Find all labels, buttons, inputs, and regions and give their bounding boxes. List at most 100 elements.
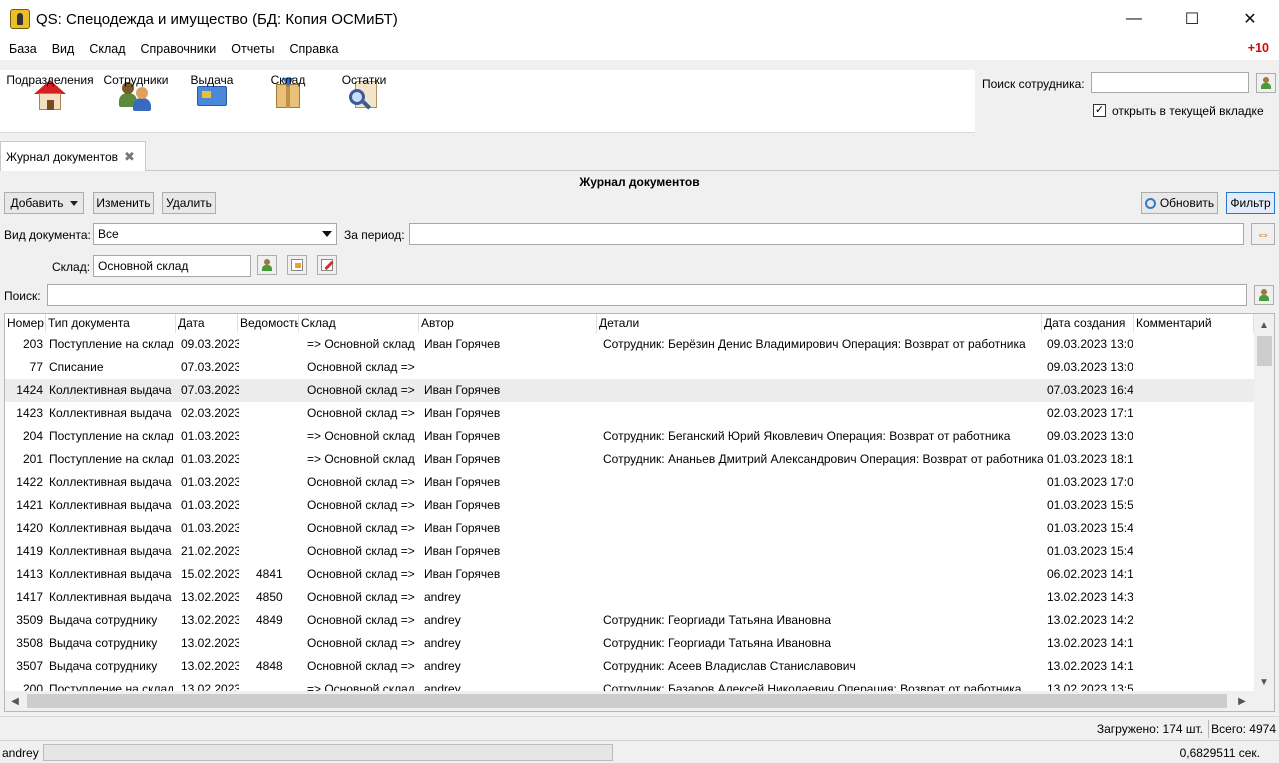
close-tab-icon[interactable]: ✖ bbox=[124, 149, 135, 165]
search-person-button[interactable] bbox=[1254, 285, 1274, 305]
table-row[interactable]: 3508 Выдача сотруднику 13.02.2023 Основной … bbox=[5, 632, 1254, 655]
edit-button[interactable]: Изменить bbox=[93, 192, 154, 214]
period-label: За период: bbox=[344, 228, 405, 242]
cell-comment bbox=[1137, 379, 1247, 402]
person-icon bbox=[261, 259, 273, 271]
menu-warehouse[interactable]: Склад bbox=[81, 42, 132, 56]
cell-statement bbox=[256, 356, 296, 379]
cell-doc-type: Коллективная выдача bbox=[49, 590, 172, 604]
cell-author: andrey bbox=[424, 659, 461, 673]
column-header-statement[interactable]: Ведомость bbox=[238, 314, 299, 333]
minimize-button[interactable]: — bbox=[1105, 0, 1163, 38]
cell-number: 77 bbox=[29, 360, 43, 374]
menu-view[interactable]: Вид bbox=[44, 42, 82, 56]
menu-references[interactable]: Справочники bbox=[133, 42, 224, 56]
table-row[interactable]: 77 Списание 07.03.2023 Основной склад => 09.… bbox=[5, 356, 1254, 379]
notification-badge[interactable]: +10 bbox=[1248, 41, 1269, 55]
doc-type-label: Вид документа: bbox=[4, 228, 91, 242]
search-input[interactable] bbox=[47, 284, 1247, 306]
scroll-left-icon[interactable]: ◀ bbox=[5, 691, 25, 711]
period-range-button[interactable]: ⇔ bbox=[1251, 223, 1275, 245]
toolbar-employees-button[interactable]: Сотрудники bbox=[100, 70, 172, 133]
menu-help[interactable]: Справка bbox=[281, 42, 345, 56]
cell-author: Иван Горячев bbox=[424, 521, 501, 535]
cell-details bbox=[603, 356, 1043, 379]
table-row[interactable]: 3507 Выдача сотруднику 13.02.2023 4848 Основ… bbox=[5, 655, 1254, 678]
column-header-warehouse[interactable]: Склад bbox=[299, 314, 419, 333]
employee-search-input[interactable] bbox=[1091, 72, 1249, 93]
cell-details: Сотрудник: Ананьев Дмитрий Александрович… bbox=[603, 452, 1043, 466]
cell-date: 13.02.2023 bbox=[181, 590, 239, 604]
doc-type-select[interactable]: Все bbox=[93, 223, 337, 245]
table-row[interactable]: 204 Поступление на склад 01.03.2023 => Осно… bbox=[5, 425, 1254, 448]
employee-search-button[interactable] bbox=[1256, 73, 1276, 93]
search-label: Поиск: bbox=[4, 289, 41, 303]
cell-date: 15.02.2023 bbox=[181, 567, 239, 581]
table-row[interactable]: 201 Поступление на склад 01.03.2023 => Осно… bbox=[5, 448, 1254, 471]
toolbar-warehouse-button[interactable]: Склад bbox=[260, 70, 316, 133]
table-row[interactable]: 203 Поступление на склад 09.03.2023 => Осно… bbox=[5, 333, 1254, 356]
warehouse-edit-button[interactable] bbox=[317, 255, 337, 275]
open-current-tab-checkbox[interactable]: ✓ bbox=[1093, 104, 1106, 117]
table-row[interactable]: 1413 Коллективная выдача 15.02.2023 4841 Осн… bbox=[5, 563, 1254, 586]
table-row[interactable]: 1421 Коллективная выдача 01.03.2023 Основно… bbox=[5, 494, 1254, 517]
column-header-created[interactable]: Дата создания bbox=[1042, 314, 1134, 333]
cell-created: 01.03.2023 15:41 bbox=[1047, 521, 1133, 535]
table-row[interactable]: 1419 Коллективная выдача 21.02.2023 Основно… bbox=[5, 540, 1254, 563]
toolbar-departments-button[interactable]: Подразделения bbox=[6, 70, 94, 133]
column-header-doc-type[interactable]: Тип документа bbox=[46, 314, 176, 333]
column-header-number[interactable]: Номер bbox=[5, 314, 46, 333]
table-row[interactable]: 1420 Коллективная выдача 01.03.2023 Основно… bbox=[5, 517, 1254, 540]
horizontal-scrollbar[interactable]: ◀ ▶ bbox=[5, 691, 1274, 711]
column-header-author[interactable]: Автор bbox=[419, 314, 597, 333]
menu-reports[interactable]: Отчеты bbox=[223, 42, 281, 56]
warehouse-input[interactable]: Основной склад bbox=[93, 255, 251, 277]
menu-base[interactable]: База bbox=[0, 42, 44, 56]
open-current-tab-label: открыть в текущей вкладке bbox=[1112, 104, 1264, 118]
table-row[interactable]: 1422 Коллективная выдача 01.03.2023 Основно… bbox=[5, 471, 1254, 494]
cell-date: 13.02.2023 bbox=[181, 613, 239, 627]
column-header-comment[interactable]: Комментарий bbox=[1134, 314, 1254, 333]
cell-doc-type: Поступление на склад bbox=[49, 429, 173, 443]
scroll-down-icon[interactable]: ▼ bbox=[1254, 673, 1274, 691]
cell-statement bbox=[256, 471, 296, 494]
cell-statement bbox=[256, 632, 296, 655]
cell-warehouse: Основной склад => bbox=[307, 360, 415, 374]
table-row[interactable]: 1417 Коллективная выдача 13.02.2023 4850 Осн… bbox=[5, 586, 1254, 609]
warehouse-pick-button[interactable] bbox=[257, 255, 277, 275]
cell-number: 3507 bbox=[16, 659, 43, 673]
scroll-right-icon[interactable]: ▶ bbox=[1232, 691, 1252, 711]
table-row[interactable]: 1424 Коллективная выдача 07.03.2023 Основно… bbox=[5, 379, 1254, 402]
vertical-scroll-thumb[interactable] bbox=[1257, 336, 1272, 366]
table-row[interactable]: 3509 Выдача сотруднику 13.02.2023 4849 Основ… bbox=[5, 609, 1254, 632]
horizontal-scroll-thumb[interactable] bbox=[27, 694, 1227, 708]
column-header-details[interactable]: Детали bbox=[597, 314, 1042, 333]
scroll-up-icon[interactable]: ▲ bbox=[1254, 316, 1274, 334]
tab-document-journal[interactable]: Журнал документов ✖ bbox=[0, 141, 146, 171]
refresh-button[interactable]: Обновить bbox=[1141, 192, 1218, 214]
maximize-button[interactable]: ☐ bbox=[1163, 0, 1221, 38]
filter-button[interactable]: Фильтр bbox=[1226, 192, 1275, 214]
cell-details bbox=[603, 517, 1043, 540]
chevron-down-icon[interactable] bbox=[318, 224, 336, 244]
cell-date: 01.03.2023 bbox=[181, 429, 239, 443]
cell-statement bbox=[256, 402, 296, 425]
cell-number: 3508 bbox=[16, 636, 43, 650]
close-button[interactable]: ✕ bbox=[1221, 0, 1279, 38]
cell-author: andrey bbox=[424, 613, 461, 627]
vertical-scrollbar[interactable]: ▲ ▼ bbox=[1254, 314, 1274, 691]
warehouse-open-button[interactable] bbox=[287, 255, 307, 275]
toolbar-issue-button[interactable]: Выдача bbox=[184, 70, 240, 133]
cell-comment bbox=[1137, 402, 1247, 425]
period-input[interactable] bbox=[409, 223, 1244, 245]
cell-details: Сотрудник: Георгиади Татьяна Ивановна bbox=[603, 613, 832, 627]
column-header-date[interactable]: Дата bbox=[176, 314, 238, 333]
delete-button[interactable]: Удалить bbox=[162, 192, 216, 214]
table-row[interactable]: 1423 Коллективная выдача 02.03.2023 Основно… bbox=[5, 402, 1254, 425]
employee-search-panel: Поиск сотрудника: ✓ открыть в текущей вк… bbox=[975, 70, 1279, 133]
cell-warehouse: Основной склад => bbox=[307, 521, 415, 535]
cell-details: Сотрудник: Базаров Алексей Николаевич Оп… bbox=[603, 682, 1022, 691]
toolbar-stock-button[interactable]: Остатки bbox=[336, 70, 392, 133]
add-button[interactable]: Добавить bbox=[4, 192, 84, 214]
table-row[interactable]: 200 Поступление на склад 13.02.2023 => Осно… bbox=[5, 678, 1254, 691]
